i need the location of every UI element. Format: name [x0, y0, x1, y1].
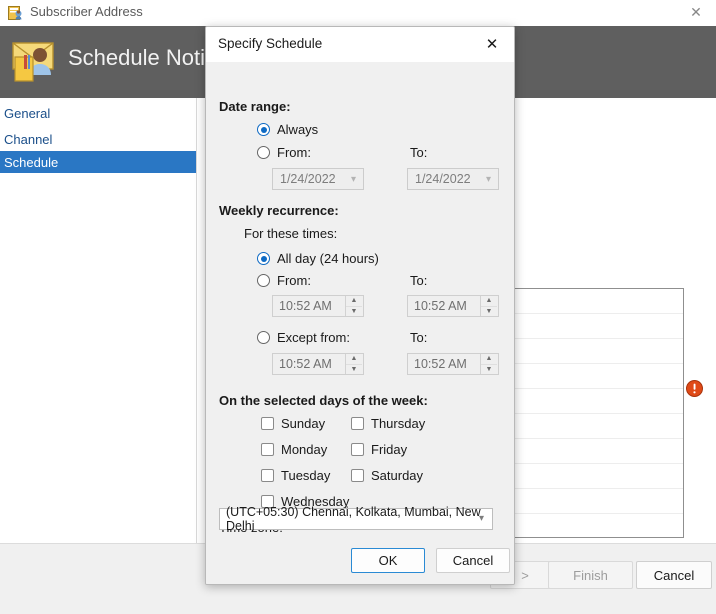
window-close-icon[interactable]: ✕	[676, 0, 716, 25]
radio-date-from-label: From:	[277, 145, 311, 160]
checkbox-monday[interactable]: Monday	[261, 442, 327, 457]
date-to-input[interactable]: 1/24/2022 ▾	[407, 168, 499, 190]
ok-label: OK	[378, 553, 398, 568]
date-from-input[interactable]: 1/24/2022 ▾	[272, 168, 364, 190]
spinner-down-icon[interactable]: ▼	[346, 365, 362, 375]
checkbox-monday-box	[261, 443, 274, 456]
radio-except-from[interactable]: Except from:	[257, 330, 350, 345]
checkbox-thursday-label: Thursday	[371, 416, 426, 431]
except-from-value: 10:52 AM	[279, 357, 332, 371]
radio-all-day-label: All day (24 hours)	[277, 251, 379, 266]
date-range-group-label: Date range:	[219, 99, 291, 114]
checkbox-friday-label: Friday	[371, 442, 408, 457]
radio-all-day-indicator	[257, 252, 270, 265]
checkbox-thursday-box	[351, 417, 364, 430]
date-from-value: 1/24/2022	[280, 172, 336, 186]
checkbox-friday[interactable]: Friday	[351, 442, 407, 457]
finish-button: Finish	[548, 561, 633, 589]
checkbox-sunday-label: Sunday	[281, 416, 326, 431]
chevron-down-icon: ▾	[478, 513, 484, 524]
dialog-cancel-button[interactable]: Cancel	[436, 548, 510, 573]
radio-time-from-indicator	[257, 274, 270, 287]
radio-always[interactable]: Always	[257, 122, 318, 137]
for-these-times-label: For these times:	[244, 226, 338, 241]
dialog-titlebar: Specify Schedule ✕	[206, 27, 514, 62]
radio-except-from-indicator	[257, 331, 270, 344]
time-zone-select[interactable]: (UTC+05:30) Chennai, Kolkata, Mumbai, Ne…	[219, 505, 493, 533]
dialog-title: Specify Schedule	[218, 36, 323, 51]
checkbox-friday-box	[351, 443, 364, 456]
time-to-label: To:	[410, 273, 428, 288]
radio-time-from[interactable]: From:	[257, 273, 311, 288]
ok-button[interactable]: OK	[351, 548, 425, 573]
spinner-buttons[interactable]: ▲ ▼	[345, 296, 362, 316]
time-to-spinner[interactable]: 10:52 AM ▲ ▼	[407, 295, 499, 317]
weekly-recurrence-group-label: Weekly recurrence:	[219, 203, 339, 218]
window-title: Subscriber Address	[30, 4, 143, 19]
subscriber-address-icon	[8, 5, 24, 21]
days-of-week-group-label: On the selected days of the week:	[219, 393, 428, 408]
sidebar-item-general[interactable]: General	[0, 102, 196, 124]
radio-always-indicator	[257, 123, 270, 136]
spinner-buttons[interactable]: ▲ ▼	[480, 296, 497, 316]
checkbox-tuesday-label: Tuesday	[281, 468, 331, 483]
spinner-down-icon[interactable]: ▼	[481, 365, 497, 375]
specify-schedule-dialog: Specify Schedule ✕ Date range: Always Fr…	[205, 26, 515, 585]
dialog-close-icon[interactable]: ✕	[470, 27, 514, 61]
time-to-value: 10:52 AM	[414, 299, 467, 313]
checkbox-saturday[interactable]: Saturday	[351, 468, 423, 483]
next-label: >	[521, 567, 529, 583]
date-to-label: To:	[410, 145, 428, 160]
sidebar: General Channel Schedule	[0, 98, 197, 543]
chevron-down-icon: ▾	[350, 174, 356, 185]
radio-time-from-label: From:	[277, 273, 311, 288]
checkbox-sunday[interactable]: Sunday	[261, 416, 325, 431]
checkbox-saturday-label: Saturday	[371, 468, 424, 483]
date-to-value: 1/24/2022	[415, 172, 471, 186]
sidebar-item-schedule[interactable]: Schedule	[0, 151, 196, 173]
except-to-value: 10:52 AM	[414, 357, 467, 371]
cancel-button[interactable]: Cancel	[636, 561, 712, 589]
except-to-label: To:	[410, 330, 428, 345]
radio-all-day[interactable]: All day (24 hours)	[257, 251, 379, 266]
spinner-buttons[interactable]: ▲ ▼	[345, 354, 362, 374]
spinner-up-icon[interactable]: ▲	[346, 354, 362, 365]
radio-except-from-label: Except from:	[277, 330, 350, 345]
sidebar-item-channel[interactable]: Channel	[0, 128, 196, 150]
spinner-down-icon[interactable]: ▼	[481, 307, 497, 317]
checkbox-thursday[interactable]: Thursday	[351, 416, 425, 431]
radio-date-from-indicator	[257, 146, 270, 159]
checkbox-monday-label: Monday	[281, 442, 328, 457]
sidebar-item-label: Channel	[4, 131, 53, 147]
sidebar-item-label: Schedule	[4, 154, 59, 170]
spinner-up-icon[interactable]: ▲	[346, 296, 362, 307]
checkbox-tuesday-box	[261, 469, 274, 482]
sidebar-item-label: General	[4, 105, 51, 121]
dialog-cancel-label: Cancel	[452, 553, 494, 568]
chevron-down-icon: ▾	[485, 174, 491, 185]
mail-subscriber-icon	[9, 35, 63, 89]
error-exclamation-icon[interactable]	[686, 380, 703, 397]
time-zone-value: (UTC+05:30) Chennai, Kolkata, Mumbai, Ne…	[226, 505, 481, 533]
except-from-spinner[interactable]: 10:52 AM ▲ ▼	[272, 353, 364, 375]
time-from-value: 10:52 AM	[279, 299, 332, 313]
radio-date-from[interactable]: From:	[257, 145, 311, 160]
dialog-body: Date range: Always From: To: 1/24/2022 ▾…	[206, 62, 514, 550]
checkbox-tuesday[interactable]: Tuesday	[261, 468, 330, 483]
radio-always-label: Always	[277, 122, 319, 137]
spinner-up-icon[interactable]: ▲	[481, 296, 497, 307]
finish-label: Finish	[573, 567, 608, 583]
spinner-up-icon[interactable]: ▲	[481, 354, 497, 365]
time-from-spinner[interactable]: 10:52 AM ▲ ▼	[272, 295, 364, 317]
spinner-buttons[interactable]: ▲ ▼	[480, 354, 497, 374]
screen: Subscriber Address ✕ Schedule Notificati…	[0, 0, 716, 614]
window-titlebar: Subscriber Address ✕	[0, 0, 716, 27]
checkbox-sunday-box	[261, 417, 274, 430]
cancel-label: Cancel	[653, 567, 695, 583]
except-to-spinner[interactable]: 10:52 AM ▲ ▼	[407, 353, 499, 375]
checkbox-saturday-box	[351, 469, 364, 482]
spinner-down-icon[interactable]: ▼	[346, 307, 362, 317]
dialog-footer: OK Cancel	[206, 539, 514, 584]
